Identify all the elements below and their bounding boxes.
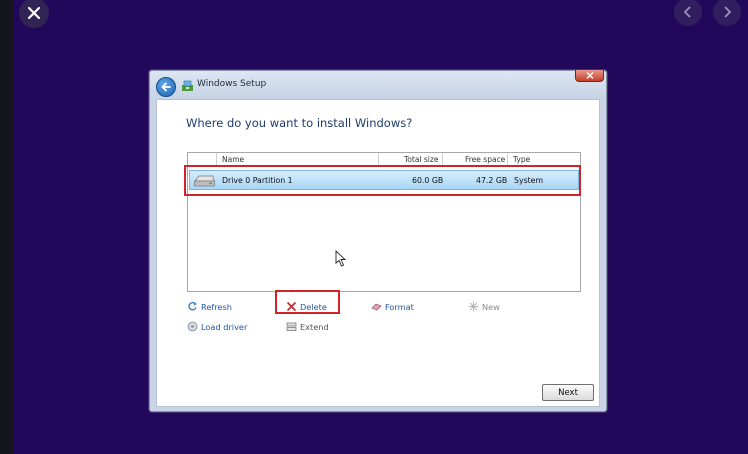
column-separator: [216, 153, 217, 166]
window-close-button[interactable]: [575, 70, 604, 82]
setup-app-icon: [182, 80, 193, 91]
delete-button[interactable]: Delete: [286, 301, 327, 312]
format-label: Format: [385, 301, 414, 312]
chevron-left-icon: [683, 6, 691, 18]
partition-name: Drive 0 Partition 1: [222, 176, 293, 185]
disc-icon: [187, 321, 198, 332]
sparkle-icon: [468, 301, 479, 312]
extend-button[interactable]: Extend: [286, 321, 329, 332]
mouse-cursor-icon: [335, 250, 347, 267]
partition-type: System: [514, 176, 544, 185]
extend-icon: [286, 322, 297, 331]
column-separator: [507, 153, 508, 166]
page-title: Where do you want to install Windows?: [186, 116, 413, 130]
partition-list[interactable]: Name Total size Free space Type Drive 0 …: [187, 152, 581, 292]
column-separator: [378, 153, 379, 166]
new-button[interactable]: New: [468, 301, 500, 312]
title-bar: Windows Setup: [150, 70, 606, 99]
refresh-label: Refresh: [201, 301, 232, 312]
column-header-free-space[interactable]: Free space: [465, 155, 505, 164]
eraser-icon: [371, 303, 382, 311]
close-icon: [586, 72, 593, 79]
partition-total-size: 60.0 GB: [412, 176, 444, 185]
partition-free-space: 47.2 GB: [476, 176, 508, 185]
load-driver-button[interactable]: Load driver: [187, 321, 247, 332]
close-icon: [27, 6, 41, 20]
chevron-right-icon: [724, 6, 732, 18]
hard-drive-icon: [194, 175, 215, 187]
table-row[interactable]: Drive 0 Partition 1 60.0 GB 47.2 GB Syst…: [189, 170, 579, 190]
extend-label: Extend: [300, 321, 329, 332]
delete-label: Delete: [300, 301, 327, 312]
column-header-name[interactable]: Name: [222, 155, 244, 164]
table-header: Name Total size Free space Type: [188, 153, 580, 166]
refresh-icon: [188, 301, 197, 311]
column-separator: [442, 153, 443, 166]
load-driver-label: Load driver: [201, 321, 248, 332]
windows-setup-dialog: Windows Setup Where do you want to insta…: [149, 70, 607, 412]
window-title: Windows Setup: [197, 79, 267, 89]
column-header-total-size[interactable]: Total size: [404, 155, 438, 164]
refresh-button[interactable]: Refresh: [187, 301, 232, 312]
viewer-left-edge: [0, 0, 14, 454]
dialog-content: Where do you want to install Windows? Na…: [156, 99, 600, 407]
format-button[interactable]: Format: [371, 301, 414, 312]
new-label: New: [482, 301, 500, 312]
delete-icon: [286, 301, 297, 312]
back-button[interactable]: [156, 77, 176, 97]
next-button[interactable]: Next: [542, 384, 594, 401]
column-header-type[interactable]: Type: [513, 155, 530, 164]
back-arrow-icon: [161, 82, 171, 92]
